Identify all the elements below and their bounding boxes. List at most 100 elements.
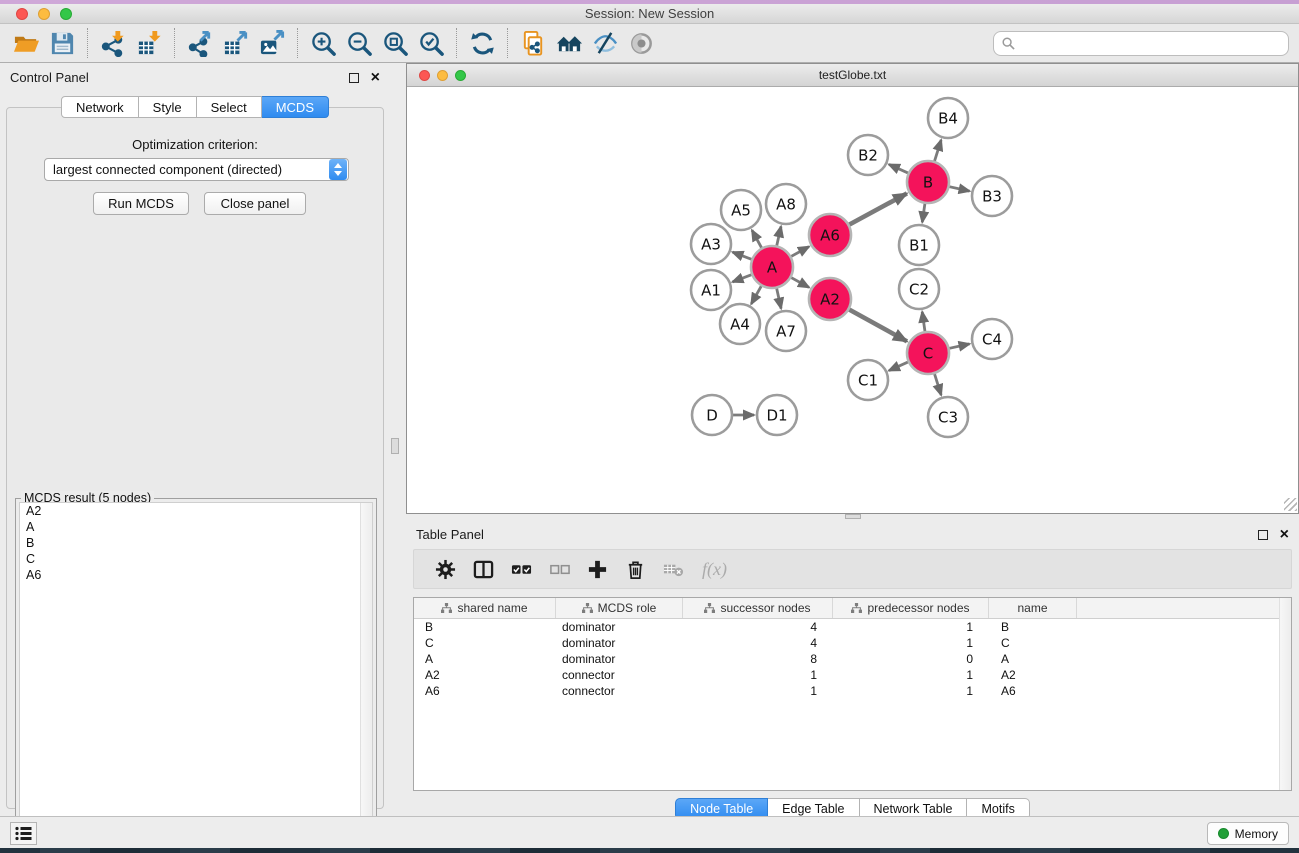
graph-node-B4[interactable]: B4 <box>928 98 968 138</box>
table-cell[interactable]: A2 <box>414 667 556 683</box>
vertical-splitter-grip[interactable] <box>391 438 399 454</box>
mcds-result-item[interactable]: C <box>20 551 372 567</box>
deselect-all-button[interactable] <box>540 553 578 585</box>
tab-select[interactable]: Select <box>197 96 262 118</box>
optimization-criterion-select[interactable]: largest connected component (directed) <box>44 158 349 181</box>
minimize-traffic-light[interactable] <box>38 8 50 20</box>
delete-column-button[interactable] <box>616 553 654 585</box>
table-settings-button[interactable] <box>426 553 464 585</box>
graph-node-D[interactable]: D <box>692 395 732 435</box>
net-minimize-traffic-light[interactable] <box>437 70 448 81</box>
search-input[interactable] <box>1020 37 1280 51</box>
create-column-button[interactable] <box>578 553 616 585</box>
table-row[interactable]: Cdominator41C <box>414 635 1291 651</box>
open-file-button[interactable] <box>8 27 44 59</box>
table-row[interactable]: A6connector11A6 <box>414 683 1291 699</box>
column-header-shared-name[interactable]: shared name <box>414 598 556 618</box>
table-cell[interactable]: dominator <box>556 651 683 667</box>
table-cell[interactable]: 1 <box>833 635 989 651</box>
table-cell[interactable]: 1 <box>683 683 833 699</box>
tab-style[interactable]: Style <box>139 96 197 118</box>
graph-node-B2[interactable]: B2 <box>848 135 888 175</box>
table-cell[interactable]: connector <box>556 683 683 699</box>
table-row[interactable]: Adominator80A <box>414 651 1291 667</box>
column-header-predecessor-nodes[interactable]: predecessor nodes <box>833 598 989 618</box>
export-network-button[interactable] <box>182 27 218 59</box>
table-cell[interactable]: 8 <box>683 651 833 667</box>
table-cell[interactable]: 1 <box>683 667 833 683</box>
mcds-result-item[interactable]: A2 <box>20 503 372 519</box>
table-cell[interactable]: dominator <box>556 619 683 635</box>
table-cell[interactable]: A <box>989 651 1077 667</box>
table-cell[interactable]: B <box>989 619 1077 635</box>
graph-node-D1[interactable]: D1 <box>757 395 797 435</box>
table-cell[interactable]: C <box>414 635 556 651</box>
export-table-button[interactable] <box>218 27 254 59</box>
import-table-button[interactable] <box>131 27 167 59</box>
graph-node-B1[interactable]: B1 <box>899 225 939 265</box>
show-selected-button[interactable] <box>623 27 659 59</box>
run-mcds-button[interactable]: Run MCDS <box>93 192 189 215</box>
close-panel-button[interactable]: Close panel <box>204 192 306 215</box>
home-button[interactable] <box>551 27 587 59</box>
select-all-button[interactable] <box>502 553 540 585</box>
export-image-button[interactable] <box>254 27 290 59</box>
apply-layout-button[interactable] <box>464 27 500 59</box>
graph-node-A5[interactable]: A5 <box>721 190 761 230</box>
close-traffic-light[interactable] <box>16 8 28 20</box>
graph-node-A3[interactable]: A3 <box>691 224 731 264</box>
clone-network-button[interactable] <box>515 27 551 59</box>
tab-mcds[interactable]: MCDS <box>262 96 329 118</box>
save-session-button[interactable] <box>44 27 80 59</box>
window-resize-grip[interactable] <box>1284 498 1297 511</box>
task-history-button[interactable] <box>10 822 37 845</box>
table-cell[interactable]: 1 <box>833 619 989 635</box>
graph-node-A6[interactable]: A6 <box>809 214 851 256</box>
graph-node-C4[interactable]: C4 <box>972 319 1012 359</box>
close-panel-icon[interactable]: × <box>371 73 380 83</box>
zoom-traffic-light[interactable] <box>60 8 72 20</box>
float-table-panel-icon[interactable] <box>1258 530 1268 540</box>
graph-node-A4[interactable]: A4 <box>720 304 760 344</box>
net-close-traffic-light[interactable] <box>419 70 430 81</box>
table-cell[interactable]: B <box>414 619 556 635</box>
network-window-titlebar[interactable]: testGlobe.txt <box>407 64 1298 87</box>
mcds-result-item[interactable]: B <box>20 535 372 551</box>
table-cell[interactable]: connector <box>556 667 683 683</box>
float-panel-icon[interactable] <box>349 73 359 83</box>
table-cell[interactable]: 1 <box>833 667 989 683</box>
graph-node-C2[interactable]: C2 <box>899 269 939 309</box>
table-cell[interactable]: A6 <box>414 683 556 699</box>
zoom-selected-button[interactable] <box>413 27 449 59</box>
zoom-in-button[interactable] <box>305 27 341 59</box>
table-cell[interactable]: C <box>989 635 1077 651</box>
graph-node-A7[interactable]: A7 <box>766 311 806 351</box>
graph-node-A8[interactable]: A8 <box>766 184 806 224</box>
network-canvas[interactable]: B4B2BB3A8A5A6B1A3AA1C2A2A4A7C4CC1C3DD1 <box>407 87 1298 512</box>
close-table-panel-icon[interactable]: × <box>1280 530 1289 540</box>
table-cell[interactable]: 4 <box>683 619 833 635</box>
column-header-MCDS-role[interactable]: MCDS role <box>556 598 683 618</box>
mcds-result-item[interactable]: A <box>20 519 372 535</box>
mcds-list-scrollbar[interactable] <box>360 503 372 831</box>
table-cell[interactable]: A <box>414 651 556 667</box>
table-scrollbar[interactable] <box>1279 598 1291 790</box>
column-header-name[interactable]: name <box>989 598 1077 618</box>
memory-button[interactable]: Memory <box>1207 822 1289 845</box>
table-cell[interactable]: A2 <box>989 667 1077 683</box>
graph-node-B3[interactable]: B3 <box>972 176 1012 216</box>
table-cell[interactable]: 1 <box>833 683 989 699</box>
import-network-button[interactable] <box>95 27 131 59</box>
column-header-successor-nodes[interactable]: successor nodes <box>683 598 833 618</box>
graph-node-A1[interactable]: A1 <box>691 270 731 310</box>
hide-selected-button[interactable] <box>587 27 623 59</box>
graph-node-C1[interactable]: C1 <box>848 360 888 400</box>
table-row[interactable]: A2connector11A2 <box>414 667 1291 683</box>
graph-node-C[interactable]: C <box>907 332 949 374</box>
horizontal-splitter-grip[interactable] <box>845 514 861 519</box>
column-visibility-button[interactable] <box>464 553 502 585</box>
table-cell[interactable]: 0 <box>833 651 989 667</box>
table-row[interactable]: Bdominator41B <box>414 619 1291 635</box>
zoom-out-button[interactable] <box>341 27 377 59</box>
graph-node-B[interactable]: B <box>907 161 949 203</box>
